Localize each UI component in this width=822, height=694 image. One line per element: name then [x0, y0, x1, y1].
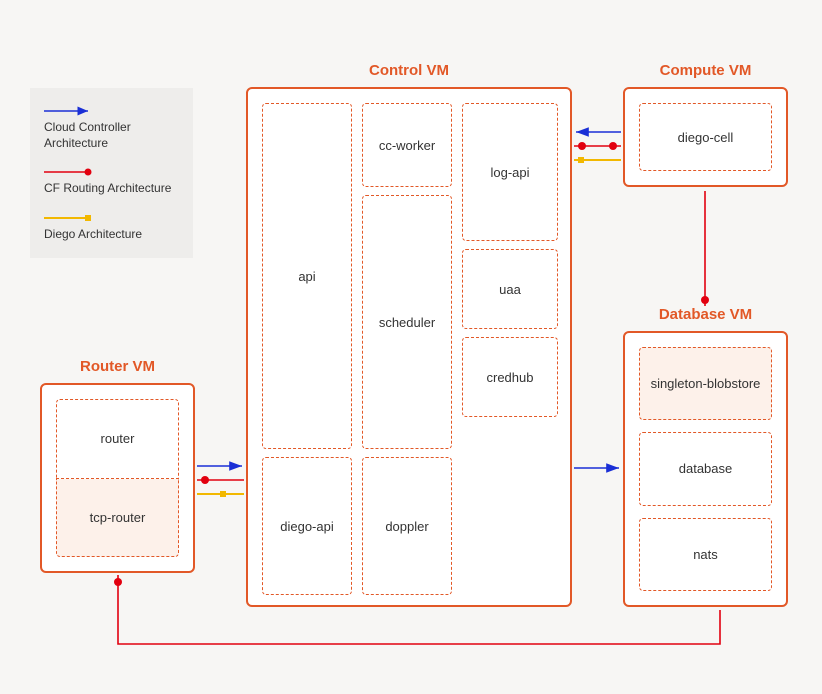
database-vm-title: Database VM [623, 306, 788, 323]
component-tcp-router: tcp-router [56, 479, 179, 558]
component-scheduler: scheduler [362, 195, 452, 449]
router-vm-title: Router VM [40, 358, 195, 375]
legend-item-cf-routing: CF Routing Architecture [44, 165, 179, 197]
component-diego-api: diego-api [262, 457, 352, 595]
arrow-blue-icon [44, 104, 94, 116]
router-vm-box: router tcp-router [40, 383, 195, 573]
component-diego-cell: diego-cell [639, 103, 772, 171]
legend-item-cloud-controller: Cloud Controller Architecture [44, 104, 179, 151]
conn-router-control [197, 466, 244, 497]
component-uaa: uaa [462, 249, 558, 329]
legend-label: Cloud Controller Architecture [44, 120, 179, 151]
control-vm-box: api diego-api cc-worker scheduler dopple… [246, 87, 572, 607]
control-vm-title: Control VM [246, 62, 572, 79]
component-doppler: doppler [362, 457, 452, 595]
component-credhub: credhub [462, 337, 558, 417]
legend-label: CF Routing Architecture [44, 181, 179, 197]
conn-compute-control [574, 132, 621, 163]
database-vm: Database VM singleton-blobstore database… [623, 306, 788, 607]
component-singleton-blobstore: singleton-blobstore [639, 347, 772, 420]
control-vm: Control VM api diego-api cc-worker sched… [246, 62, 572, 607]
line-yellow-square-icon [44, 211, 94, 223]
component-api: api [262, 103, 352, 449]
component-nats: nats [639, 518, 772, 591]
router-vm: Router VM router tcp-router [40, 358, 195, 573]
conn-compute-database [701, 191, 709, 306]
component-database: database [639, 432, 772, 505]
compute-vm: Compute VM diego-cell [623, 62, 788, 187]
line-red-dot-icon [44, 165, 94, 177]
compute-vm-title: Compute VM [623, 62, 788, 79]
component-log-api: log-api [462, 103, 558, 241]
legend-item-diego: Diego Architecture [44, 211, 179, 243]
database-vm-box: singleton-blobstore database nats [623, 331, 788, 607]
component-cc-worker: cc-worker [362, 103, 452, 187]
legend: Cloud Controller Architecture CF Routing… [30, 88, 193, 258]
compute-vm-box: diego-cell [623, 87, 788, 187]
component-router: router [56, 399, 179, 479]
legend-label: Diego Architecture [44, 227, 179, 243]
